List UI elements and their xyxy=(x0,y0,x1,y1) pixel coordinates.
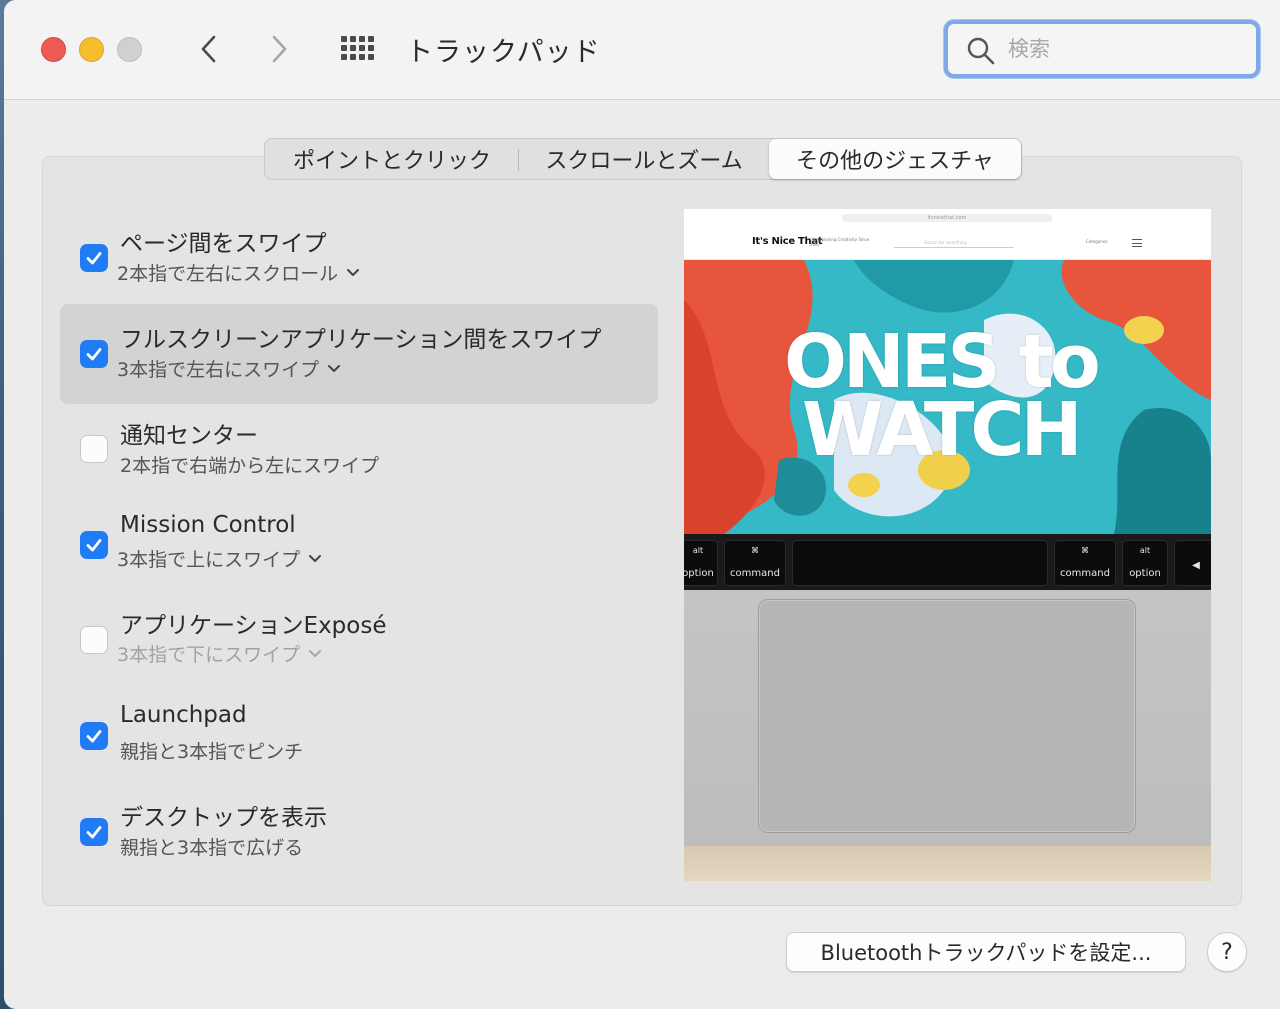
option-title: Mission Control xyxy=(120,512,296,538)
forward-button[interactable] xyxy=(264,28,294,70)
option-gesture-menu[interactable]: 2本指で左右にスクロール xyxy=(117,259,360,286)
option-app-expose[interactable]: アプリケーションExposé 3本指で下にスワイプ xyxy=(60,592,658,692)
option-subtitle: 親指と3本指で広げる xyxy=(120,837,304,859)
checkbox-swipe-between-pages[interactable] xyxy=(80,244,108,272)
tab-bar: ポイントとクリック スクロールとズーム その他のジェスチャ xyxy=(264,138,1022,180)
option-subtitle: 親指と3本指でピンチ xyxy=(120,741,304,763)
checkbox-show-desktop[interactable] xyxy=(80,818,108,846)
preview-hero-headline: ONES to WATCH xyxy=(784,325,1101,473)
option-notification-center[interactable]: 通知センター 2本指で右端から左にスワイプ xyxy=(60,400,658,500)
key-spacebar xyxy=(792,540,1048,586)
preview-keyboard: alt option ⌘ command ⌘ command alt option ◀ xyxy=(684,534,1211,590)
chevron-left-icon xyxy=(201,35,216,63)
option-show-desktop[interactable]: デスクトップを表示 親指と3本指で広げる xyxy=(60,784,658,884)
preview-site-search: Search for something xyxy=(894,240,1014,248)
option-mission-control[interactable]: Mission Control 3本指で上にスワイプ xyxy=(60,496,658,596)
chevron-right-icon xyxy=(272,35,287,63)
menu-icon xyxy=(1132,239,1142,247)
key-arrow-left: ◀ xyxy=(1174,540,1211,586)
checkbox-launchpad[interactable] xyxy=(80,722,108,750)
checkmark-icon xyxy=(86,348,102,361)
key-command-left: ⌘ command xyxy=(724,540,786,586)
option-gesture-menu[interactable]: 3本指で左右にスワイプ xyxy=(117,355,341,382)
hero-line-2: WATCH xyxy=(802,387,1083,473)
zoom-button[interactable] xyxy=(117,37,142,62)
minimize-button[interactable] xyxy=(79,37,104,62)
option-gesture-menu[interactable]: 3本指で下にスワイプ xyxy=(117,640,322,667)
checkbox-app-expose[interactable] xyxy=(80,626,108,654)
chevron-down-icon xyxy=(309,649,322,657)
option-subtitle: 3本指で上にスワイプ xyxy=(117,549,301,571)
option-title: フルスクリーンアプリケーション間をスワイプ xyxy=(120,327,602,353)
preview-browser-bar: itsnicethat.com It's Nice That Championi… xyxy=(684,209,1211,260)
tab-point-and-click[interactable]: ポイントとクリック xyxy=(265,139,519,179)
option-title: デスクトップを表示 xyxy=(120,805,327,831)
checkbox-mission-control[interactable] xyxy=(80,531,108,559)
search-input[interactable] xyxy=(1008,32,1248,66)
preview-desk xyxy=(684,846,1211,881)
gesture-preview-video: itsnicethat.com It's Nice That Championi… xyxy=(684,209,1211,881)
key-option-right: alt option xyxy=(1122,540,1168,586)
option-title: 通知センター xyxy=(120,423,258,449)
option-title: アプリケーションExposé xyxy=(120,613,387,639)
option-gesture-menu[interactable]: 3本指で上にスワイプ xyxy=(117,545,322,572)
checkmark-icon xyxy=(86,826,102,839)
preview-url: itsnicethat.com xyxy=(842,214,1052,222)
option-title: ページ間をスワイプ xyxy=(120,231,327,257)
chevron-down-icon xyxy=(309,554,322,562)
preview-site-categories: Categories xyxy=(1086,239,1108,244)
chevron-down-icon xyxy=(328,364,341,372)
tab-scroll-and-zoom[interactable]: スクロールとズーム xyxy=(519,139,769,179)
checkmark-icon xyxy=(86,539,102,552)
option-launchpad[interactable]: Launchpad 親指と3本指でピンチ xyxy=(60,688,658,788)
checkbox-swipe-between-fullscreen-apps[interactable] xyxy=(80,340,108,368)
checkmark-icon xyxy=(86,252,102,265)
checkmark-icon xyxy=(86,730,102,743)
chevron-down-icon xyxy=(347,268,360,276)
show-all-grid-button[interactable] xyxy=(337,32,377,68)
back-button[interactable] xyxy=(194,28,224,70)
key-option-left: alt option xyxy=(684,540,718,586)
window-title: トラックパッド xyxy=(406,37,601,68)
key-command-right: ⌘ command xyxy=(1054,540,1116,586)
option-subtitle: 3本指で下にスワイプ xyxy=(117,644,301,666)
help-button[interactable]: ? xyxy=(1207,932,1247,972)
option-subtitle: 3本指で左右にスワイプ xyxy=(117,359,320,381)
option-subtitle: 2本指で右端から左にスワイプ xyxy=(120,455,380,477)
titlebar: トラックパッド xyxy=(4,0,1280,100)
option-subtitle: 2本指で左右にスクロール xyxy=(117,263,339,285)
search-field[interactable] xyxy=(944,20,1260,78)
option-swipe-between-fullscreen-apps[interactable]: フルスクリーンアプリケーション間をスワイプ 3本指で左右にスワイプ xyxy=(60,304,658,404)
search-icon xyxy=(967,37,995,65)
preview-site-tagline: Championing Creativity Since 2007 xyxy=(810,237,870,247)
preview-trackpad xyxy=(758,599,1136,833)
tab-more-gestures[interactable]: その他のジェスチャ xyxy=(769,139,1021,179)
option-swipe-between-pages[interactable]: ページ間をスワイプ 2本指で左右にスクロール xyxy=(60,208,658,308)
setup-bluetooth-trackpad-button[interactable]: Bluetoothトラックパッドを設定... xyxy=(786,932,1186,972)
close-button[interactable] xyxy=(41,37,66,62)
system-preferences-window: トラックパッド ポイントとクリック スクロールとズーム その他のジェスチャ ペー… xyxy=(4,0,1280,1009)
option-title: Launchpad xyxy=(120,702,247,728)
checkbox-notification-center[interactable] xyxy=(80,435,108,463)
preview-hero-art: ONES to WATCH xyxy=(684,260,1211,534)
